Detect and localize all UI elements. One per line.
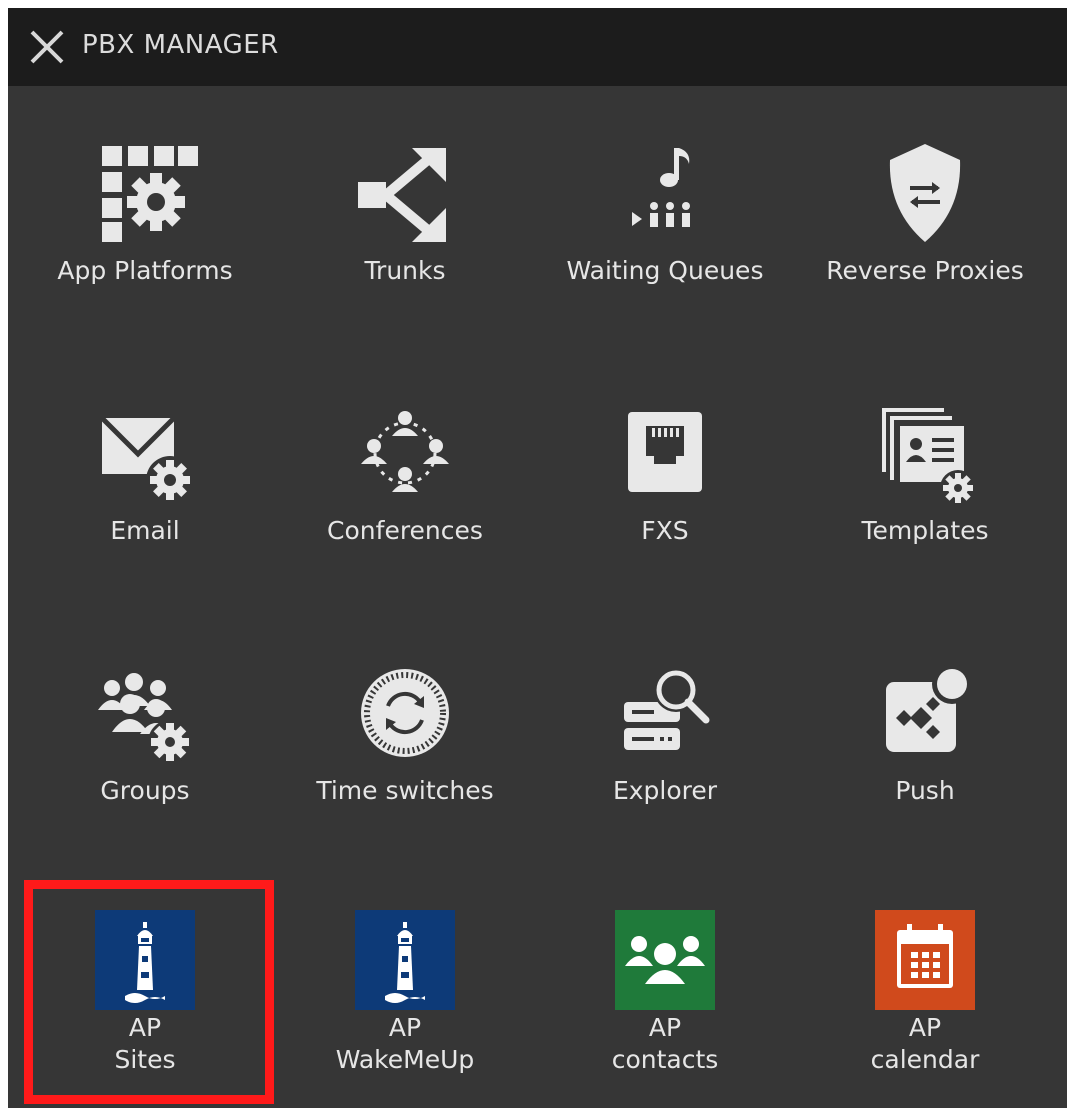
tile-groups[interactable]: Groups xyxy=(14,616,276,876)
tile-label-line1: AP xyxy=(908,1013,942,1042)
tile-label: Conferences xyxy=(327,516,483,545)
tile-label: Waiting Queues xyxy=(566,256,764,285)
reverse-proxies-icon xyxy=(889,144,961,242)
tile-explorer[interactable]: Explorer xyxy=(534,616,796,876)
tile-label-line2: WakeMeUp xyxy=(335,1045,475,1074)
close-icon[interactable] xyxy=(26,26,68,68)
page-title: PBX MANAGER xyxy=(82,30,279,60)
tile-label: FXS xyxy=(641,516,689,545)
tile-label: Reverse Proxies xyxy=(826,256,1024,285)
tile-time-switches[interactable]: Time switches xyxy=(274,616,536,876)
header-bar: PBX MANAGER xyxy=(8,8,1067,86)
tile-label: Groups xyxy=(100,776,190,805)
waiting-queues-icon xyxy=(632,148,690,227)
tile-templates[interactable]: Templates xyxy=(794,356,1056,616)
tile-email[interactable]: Email xyxy=(14,356,276,616)
tile-label-line1: AP xyxy=(388,1013,422,1042)
tile-label: AP calendar xyxy=(794,1012,1056,1076)
tile-conferences[interactable]: Conferences xyxy=(274,356,536,616)
tile-label: App Platforms xyxy=(57,256,233,285)
contacts-icon xyxy=(615,910,715,1010)
templates-icon xyxy=(882,408,976,506)
app-tile-ap-contacts[interactable]: AP contacts xyxy=(534,876,796,1108)
calendar-icon xyxy=(875,910,975,1010)
tile-trunks[interactable]: Trunks xyxy=(274,96,536,356)
tile-label: AP WakeMeUp xyxy=(274,1012,536,1076)
app-tile-ap-calendar[interactable]: AP calendar xyxy=(794,876,1056,1108)
tile-label: Email xyxy=(110,516,180,545)
app-platforms-icon xyxy=(102,146,198,242)
email-icon xyxy=(100,416,194,504)
tile-label: Push xyxy=(895,776,955,805)
groups-icon xyxy=(98,673,192,764)
explorer-icon xyxy=(624,668,710,750)
fxs-icon xyxy=(628,412,702,492)
tile-label: Templates xyxy=(861,516,989,545)
lighthouse-icon xyxy=(355,910,455,1010)
tile-app-platforms[interactable]: App Platforms xyxy=(14,96,276,356)
tile-label: AP Sites xyxy=(14,1012,276,1076)
tile-waiting-queues[interactable]: Waiting Queues xyxy=(534,96,796,356)
tile-reverse-proxies[interactable]: Reverse Proxies xyxy=(794,96,1056,356)
tile-label: Trunks xyxy=(364,256,446,285)
tile-label-line1: AP xyxy=(648,1013,682,1042)
tile-label: Time switches xyxy=(316,776,494,805)
tile-push[interactable]: Push xyxy=(794,616,1056,876)
tile-label-line2: Sites xyxy=(114,1045,176,1074)
tile-label-line1: AP xyxy=(128,1013,162,1042)
time-switches-icon xyxy=(361,669,449,757)
app-tile-ap-sites[interactable]: AP Sites xyxy=(14,876,276,1108)
conferences-icon xyxy=(361,411,449,492)
tile-label-line2: contacts xyxy=(611,1045,719,1074)
tile-label: Explorer xyxy=(612,776,718,805)
push-icon xyxy=(886,664,972,752)
app-tile-ap-wakemeup[interactable]: AP WakeMeUp xyxy=(274,876,536,1108)
tile-label: AP contacts xyxy=(534,1012,796,1076)
tile-label-line2: calendar xyxy=(870,1045,980,1074)
pbx-manager-window: PBX MANAGER App Platforms Trunks Waiting… xyxy=(8,8,1067,1108)
tile-fxs[interactable]: FXS xyxy=(534,356,796,616)
trunks-icon xyxy=(358,148,446,242)
lighthouse-icon xyxy=(95,910,195,1010)
